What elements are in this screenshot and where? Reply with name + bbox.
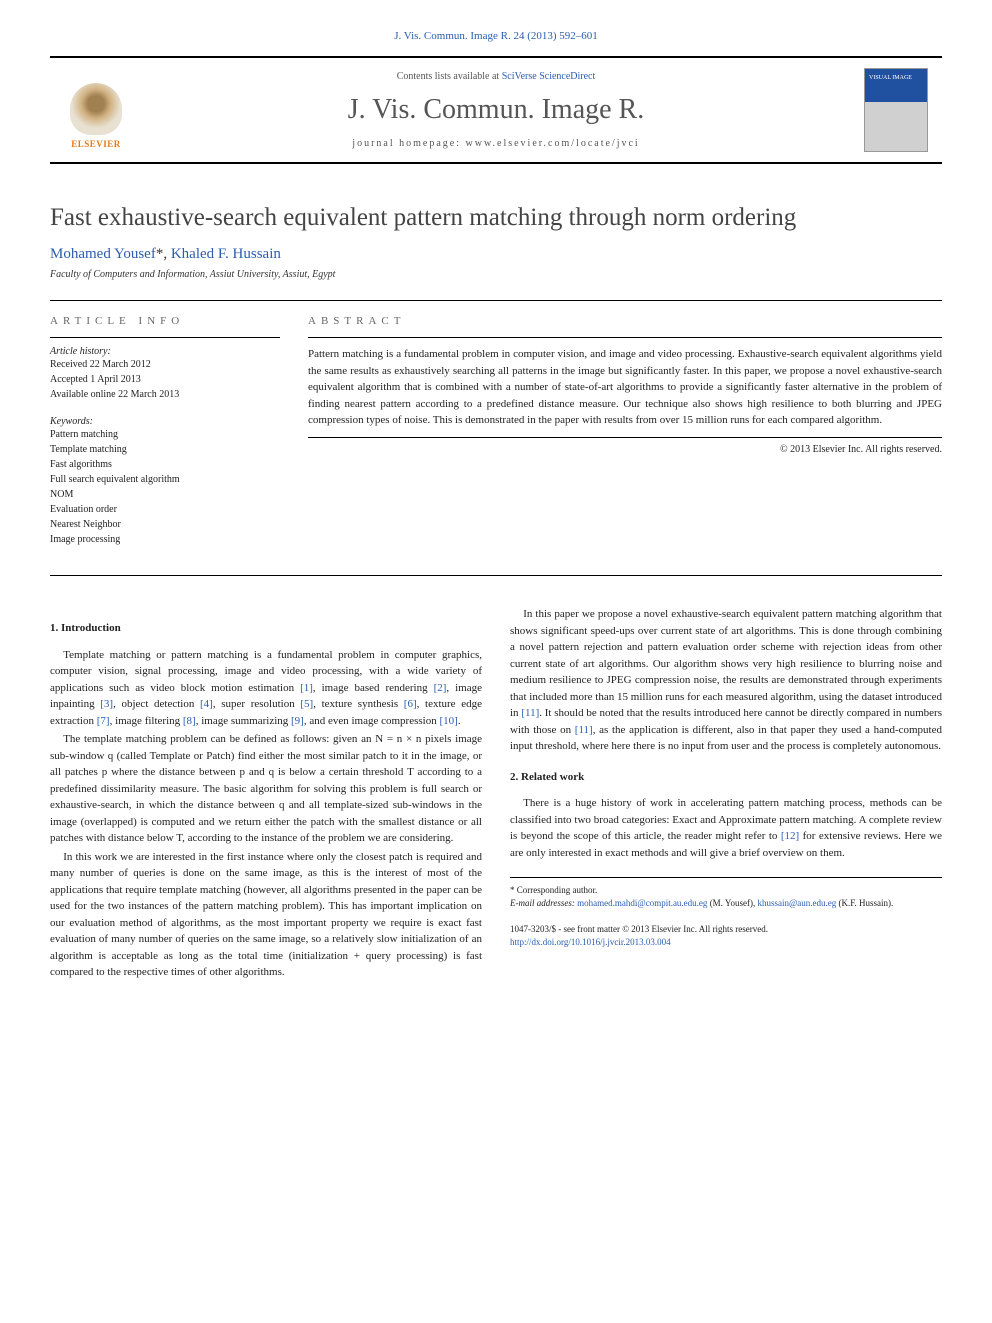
body-columns: 1. Introduction Template matching or pat… — [50, 606, 942, 981]
journal-homepage: journal homepage: www.elsevier.com/locat… — [128, 138, 864, 149]
contents-prefix: Contents lists available at — [397, 71, 502, 82]
author-separator: , — [163, 246, 171, 262]
journal-header-box: ELSEVIER Contents lists available at Sci… — [50, 56, 942, 164]
keyword-item: Image processing — [50, 532, 280, 547]
keyword-item: Template matching — [50, 442, 280, 457]
author-link-1[interactable]: Mohamed Yousef — [50, 246, 156, 262]
elsevier-logo: ELSEVIER — [64, 71, 128, 149]
online-line: Available online 22 March 2013 — [50, 387, 280, 402]
ref-link[interactable]: [1] — [300, 682, 313, 694]
info-abstract-row: ARTICLE INFO Article history: Received 2… — [50, 300, 942, 576]
email-link-1[interactable]: mohamed.mahdi@compit.au.edu.eg — [577, 898, 707, 908]
keyword-item: Evaluation order — [50, 502, 280, 517]
affiliation: Faculty of Computers and Information, As… — [50, 269, 942, 280]
publisher-name: ELSEVIER — [71, 139, 121, 149]
keywords-list: Pattern matching Template matching Fast … — [50, 427, 280, 547]
keyword-item: Fast algorithms — [50, 457, 280, 472]
abstract-copyright: © 2013 Elsevier Inc. All rights reserved… — [308, 444, 942, 455]
authors-line: Mohamed Yousef*, Khaled F. Hussain — [50, 246, 942, 263]
author-link-2[interactable]: Khaled F. Hussain — [171, 246, 281, 262]
abstract-text: Pattern matching is a fundamental proble… — [308, 337, 942, 438]
footer-meta: 1047-3203/$ - see front matter © 2013 El… — [510, 923, 942, 948]
paper-title: Fast exhaustive-search equivalent patter… — [50, 204, 942, 232]
contents-available-line: Contents lists available at SciVerse Sci… — [128, 71, 864, 82]
history-label: Article history: — [50, 346, 280, 357]
keywords-label: Keywords: — [50, 416, 280, 427]
intro-para-4: In this paper we propose a novel exhaust… — [510, 606, 942, 755]
doi-link[interactable]: http://dx.doi.org/10.1016/j.jvcir.2013.0… — [510, 937, 671, 947]
ref-link[interactable]: [8] — [183, 715, 196, 727]
keyword-item: NOM — [50, 487, 280, 502]
ref-link[interactable]: [11] — [521, 707, 539, 719]
footnotes: * Corresponding author. E-mail addresses… — [510, 877, 942, 909]
section-2-title: 2. Related work — [510, 769, 942, 786]
ref-link[interactable]: [10] — [439, 715, 457, 727]
corresponding-author-note: * Corresponding author. — [510, 884, 942, 897]
ref-link[interactable]: [12] — [781, 830, 799, 842]
issn-line: 1047-3203/$ - see front matter © 2013 El… — [510, 923, 942, 936]
header-citation: J. Vis. Commun. Image R. 24 (2013) 592–6… — [50, 30, 942, 42]
abstract-panel: ABSTRACT Pattern matching is a fundament… — [308, 301, 942, 575]
elsevier-tree-icon — [70, 83, 122, 135]
section-1-title: 1. Introduction — [50, 620, 482, 637]
article-info-panel: ARTICLE INFO Article history: Received 2… — [50, 301, 280, 575]
journal-center: Contents lists available at SciVerse Sci… — [128, 71, 864, 149]
keyword-item: Full search equivalent algorithm — [50, 472, 280, 487]
keyword-item: Nearest Neighbor — [50, 517, 280, 532]
abstract-heading: ABSTRACT — [308, 315, 942, 327]
abstract-body: Pattern matching is a fundamental proble… — [308, 348, 942, 426]
ref-link[interactable]: [9] — [291, 715, 304, 727]
journal-cover-thumbnail — [864, 68, 928, 152]
email-addresses-line: E-mail addresses: mohamed.mahdi@compit.a… — [510, 897, 942, 910]
accepted-line: Accepted 1 April 2013 — [50, 372, 280, 387]
ref-link[interactable]: [7] — [97, 715, 110, 727]
article-history-block: Article history: Received 22 March 2012 … — [50, 337, 280, 402]
intro-para-3: In this work we are interested in the fi… — [50, 849, 482, 981]
intro-para-1: Template matching or pattern matching is… — [50, 647, 482, 730]
related-para-1: There is a huge history of work in accel… — [510, 795, 942, 861]
keywords-block: Keywords: Pattern matching Template matc… — [50, 416, 280, 547]
received-line: Received 22 March 2012 — [50, 357, 280, 372]
sciencedirect-link[interactable]: SciVerse ScienceDirect — [502, 71, 596, 82]
keyword-item: Pattern matching — [50, 427, 280, 442]
intro-para-2: The template matching problem can be def… — [50, 731, 482, 847]
ref-link[interactable]: [2] — [434, 682, 447, 694]
email-link-2[interactable]: khussain@aun.edu.eg — [757, 898, 836, 908]
ref-link[interactable]: [3] — [100, 698, 113, 710]
article-info-heading: ARTICLE INFO — [50, 315, 280, 327]
journal-title: J. Vis. Commun. Image R. — [128, 94, 864, 126]
ref-link[interactable]: [5] — [300, 698, 313, 710]
ref-link[interactable]: [11] — [575, 724, 593, 736]
ref-link[interactable]: [4] — [200, 698, 213, 710]
ref-link[interactable]: [6] — [404, 698, 417, 710]
